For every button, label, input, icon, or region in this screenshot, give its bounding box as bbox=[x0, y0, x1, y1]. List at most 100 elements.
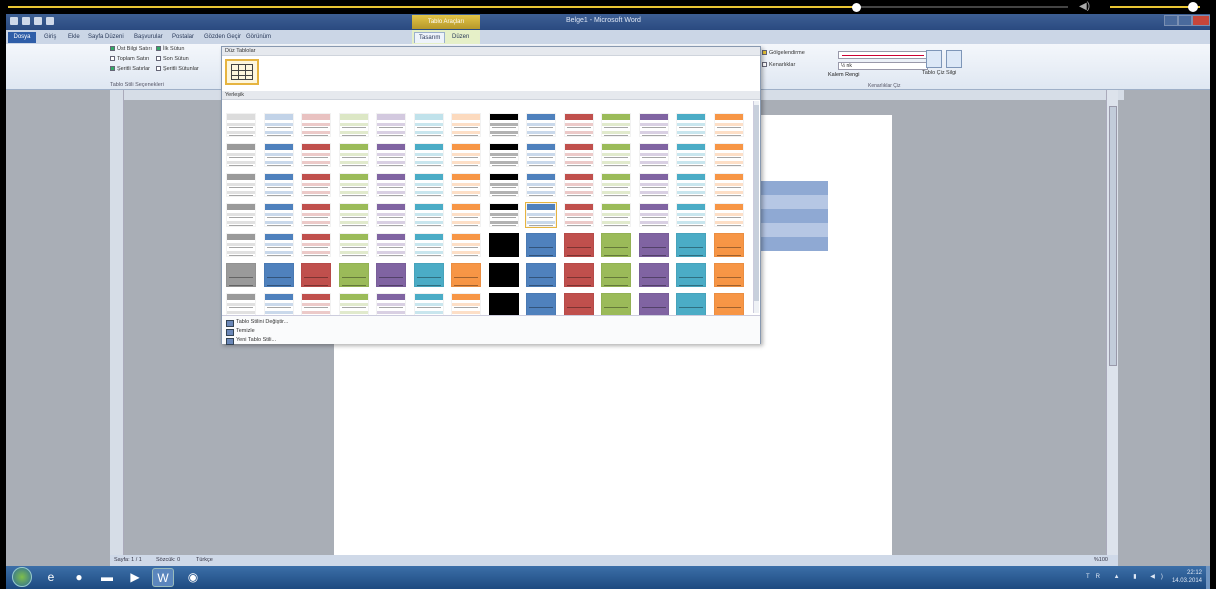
table-style-swatch[interactable] bbox=[263, 263, 294, 287]
table-style-swatch[interactable] bbox=[563, 293, 594, 317]
tab-review[interactable]: Gözden Geçir bbox=[204, 32, 241, 43]
table-style-swatch[interactable] bbox=[263, 113, 294, 137]
seek-handle[interactable] bbox=[852, 3, 861, 12]
borders-button[interactable]: Kenarlıklar bbox=[762, 62, 795, 68]
table-style-swatch[interactable] bbox=[226, 113, 256, 137]
table-style-swatch[interactable] bbox=[451, 203, 481, 227]
table-style-swatch[interactable] bbox=[338, 203, 369, 227]
table-style-swatch[interactable] bbox=[451, 263, 481, 287]
table-style-swatch[interactable] bbox=[301, 293, 331, 317]
table-style-swatch[interactable] bbox=[638, 293, 669, 317]
table-style-swatch[interactable] bbox=[226, 233, 256, 257]
table-style-swatch[interactable] bbox=[338, 263, 369, 287]
gallery-scrollbar[interactable] bbox=[753, 101, 759, 313]
table-style-swatch[interactable] bbox=[338, 233, 369, 257]
gallery-scroll-thumb[interactable] bbox=[754, 105, 759, 301]
table-style-swatch[interactable] bbox=[676, 173, 706, 197]
clock[interactable]: 22:12 14.03.2014 bbox=[1172, 569, 1202, 585]
redo-icon[interactable] bbox=[46, 17, 54, 25]
volume-icon[interactable]: ◀) bbox=[1079, 0, 1090, 14]
table-style-swatch[interactable] bbox=[676, 293, 706, 317]
table-style-swatch[interactable] bbox=[526, 173, 556, 197]
table-style-swatch[interactable] bbox=[676, 203, 706, 227]
table-style-swatch[interactable] bbox=[338, 143, 369, 167]
save-icon[interactable] bbox=[22, 17, 30, 25]
page-count[interactable]: Sayfa: 1 / 1 bbox=[114, 555, 142, 566]
table-style-swatch[interactable] bbox=[563, 173, 594, 197]
table-style-swatch[interactable] bbox=[451, 113, 481, 137]
table-style-swatch[interactable] bbox=[638, 143, 669, 167]
pen-color-button[interactable]: Kalem Rengi bbox=[828, 72, 860, 78]
table-style-swatch[interactable] bbox=[676, 143, 706, 167]
table-style-swatch[interactable] bbox=[413, 293, 444, 317]
table-style-swatch[interactable] bbox=[338, 293, 369, 317]
media-icon[interactable]: ▶ bbox=[124, 568, 146, 587]
table-style-swatch[interactable] bbox=[563, 203, 594, 227]
table-style-swatch[interactable] bbox=[488, 293, 519, 317]
table-style-swatch[interactable] bbox=[638, 263, 669, 287]
table-style-swatch[interactable] bbox=[601, 263, 631, 287]
option-total-row[interactable]: Toplam Satırı bbox=[110, 56, 149, 62]
option-first-column[interactable]: İlk Sütun bbox=[156, 46, 184, 52]
table-style-swatch[interactable] bbox=[413, 173, 444, 197]
table-style-swatch[interactable] bbox=[601, 173, 631, 197]
tab-view[interactable]: Görünüm bbox=[246, 32, 271, 43]
table-style-swatch[interactable] bbox=[488, 263, 519, 287]
table-style-swatch[interactable] bbox=[301, 263, 331, 287]
table-style-swatch[interactable] bbox=[413, 143, 444, 167]
table-style-swatch[interactable] bbox=[226, 203, 256, 227]
tab-insert[interactable]: Ekle bbox=[68, 32, 80, 43]
table-style-swatch[interactable] bbox=[488, 203, 519, 227]
tab-layout[interactable]: Düzen bbox=[452, 32, 469, 43]
table-style-swatch[interactable] bbox=[413, 263, 444, 287]
table-style-swatch[interactable] bbox=[601, 143, 631, 167]
undo-icon[interactable] bbox=[34, 17, 42, 25]
table-style-swatch[interactable] bbox=[713, 143, 744, 167]
table-style-swatch[interactable] bbox=[601, 233, 631, 257]
tab-design[interactable]: Tasarım bbox=[414, 32, 446, 43]
table-style-swatch[interactable] bbox=[638, 233, 669, 257]
draw-table-button[interactable] bbox=[926, 50, 942, 68]
explorer-icon[interactable]: ▬ bbox=[96, 568, 118, 587]
table-style-swatch[interactable] bbox=[638, 203, 669, 227]
table-style-swatch[interactable] bbox=[526, 113, 556, 137]
app-icon[interactable]: ◉ bbox=[182, 568, 204, 587]
vertical-scrollbar[interactable] bbox=[1106, 90, 1118, 560]
vertical-ruler[interactable] bbox=[110, 90, 124, 560]
tab-references[interactable]: Başvurular bbox=[134, 32, 163, 43]
table-style-swatch[interactable] bbox=[376, 263, 406, 287]
table-style-swatch[interactable] bbox=[488, 233, 519, 257]
table-style-swatch[interactable] bbox=[376, 173, 406, 197]
clear-item[interactable]: Temizle bbox=[226, 328, 255, 336]
seek-bar[interactable] bbox=[8, 3, 1068, 12]
start-button[interactable] bbox=[12, 567, 32, 587]
table-style-swatch[interactable] bbox=[263, 173, 294, 197]
table-style-swatch[interactable] bbox=[526, 233, 556, 257]
table-style-swatch[interactable] bbox=[338, 173, 369, 197]
scroll-thumb[interactable] bbox=[1109, 106, 1117, 366]
zoom-level[interactable]: %100 bbox=[1094, 555, 1108, 566]
tray-icons[interactable]: TR ▲ ▮ ◀) bbox=[1086, 573, 1169, 580]
close-button[interactable] bbox=[1192, 15, 1210, 26]
table-style-swatch[interactable] bbox=[376, 113, 406, 137]
table-style-swatch[interactable] bbox=[488, 113, 519, 137]
table-style-swatch[interactable] bbox=[376, 233, 406, 257]
table-style-swatch[interactable] bbox=[638, 173, 669, 197]
table-style-swatch[interactable] bbox=[713, 113, 744, 137]
table-style-swatch[interactable] bbox=[376, 143, 406, 167]
table-style-swatch[interactable] bbox=[451, 173, 481, 197]
table-style-swatch[interactable] bbox=[413, 203, 444, 227]
table-style-swatch[interactable] bbox=[713, 263, 744, 287]
tab-file[interactable]: Dosya bbox=[8, 32, 36, 43]
table-style-swatch[interactable] bbox=[563, 143, 594, 167]
table-style-swatch[interactable] bbox=[601, 113, 631, 137]
table-style-swatch[interactable] bbox=[376, 203, 406, 227]
new-table-style-item[interactable]: Yeni Tablo Stili... bbox=[226, 337, 276, 345]
table-style-swatch[interactable] bbox=[676, 263, 706, 287]
table-style-swatch[interactable] bbox=[451, 233, 481, 257]
table-style-swatch[interactable] bbox=[526, 143, 556, 167]
table-style-swatch[interactable] bbox=[226, 293, 256, 317]
table-style-swatch[interactable] bbox=[713, 203, 744, 227]
option-banded-columns[interactable]: Şeritli Sütunlar bbox=[156, 66, 199, 72]
language-indicator[interactable]: Türkçe bbox=[196, 555, 213, 566]
